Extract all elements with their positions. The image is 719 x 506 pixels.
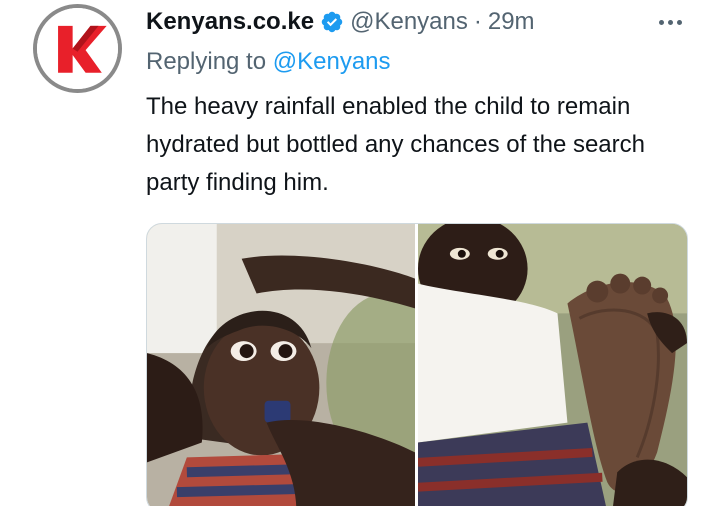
more-dot-icon bbox=[667, 19, 673, 25]
replying-to: Replying to @Kenyans bbox=[146, 48, 391, 76]
more-dot-icon bbox=[658, 19, 664, 25]
verified-badge-icon bbox=[320, 10, 344, 34]
author-name[interactable]: Kenyans.co.ke bbox=[146, 8, 314, 36]
replying-to-link[interactable]: @Kenyans bbox=[273, 48, 391, 75]
tweet: Kenyans.co.ke @Kenyans · 29m Replying to… bbox=[0, 0, 719, 506]
child-face-photo-icon bbox=[147, 224, 415, 506]
tweet-timestamp[interactable]: 29m bbox=[488, 8, 535, 36]
kenyans-logo-icon bbox=[37, 8, 118, 89]
more-dot-icon bbox=[676, 19, 682, 25]
author-handle[interactable]: @Kenyans bbox=[350, 8, 468, 36]
separator-dot: · bbox=[473, 8, 482, 35]
tweet-text: The heavy rainfall enabled the child to … bbox=[146, 93, 645, 196]
more-options-button[interactable] bbox=[653, 10, 687, 34]
author-avatar[interactable] bbox=[33, 4, 122, 93]
media-photo-2[interactable] bbox=[417, 224, 687, 506]
replying-to-label: Replying to bbox=[146, 48, 267, 75]
child-foot-photo-icon bbox=[417, 224, 687, 506]
tweet-media bbox=[146, 223, 688, 506]
tweet-header: Kenyans.co.ke @Kenyans · 29m bbox=[146, 5, 535, 39]
media-photo-1[interactable] bbox=[147, 224, 415, 506]
